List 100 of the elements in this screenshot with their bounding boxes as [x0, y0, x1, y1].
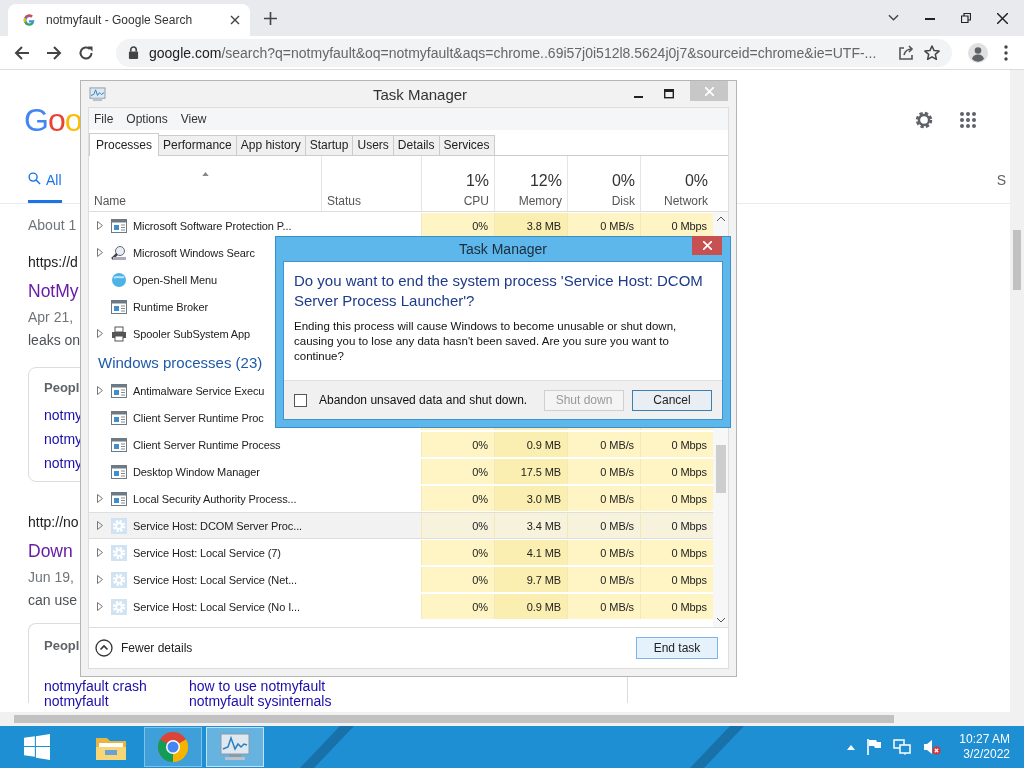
dialog-button[interactable]: Cancel: [632, 389, 712, 411]
column-header[interactable]: Disk: [611, 194, 635, 208]
column-header[interactable]: Memory: [518, 194, 562, 208]
result-stats: About 1: [28, 216, 77, 234]
search-tab[interactable]: All: [28, 170, 62, 203]
process-name: Service Host: Local Service (7): [133, 546, 281, 559]
table-cell: 4.1 MB: [494, 540, 567, 565]
table-cell: 17.5 MB: [494, 459, 567, 484]
column-total: 0%: [611, 172, 635, 190]
table-cell: 0 Mbps: [640, 486, 713, 511]
process-name: Microsoft Windows Searc: [133, 246, 255, 259]
browser-tab[interactable]: notmyfault - Google Search: [8, 4, 250, 36]
process-row[interactable]: Local Security Authority Process... 0% 3.0 MB 0 MB/s 0 Mbps: [89, 485, 713, 512]
dialog-title: Task Manager: [459, 241, 547, 257]
related-link[interactable]: notmyfault: [44, 694, 189, 709]
column-total: 1%: [465, 172, 489, 190]
window-title: Task Manager: [372, 85, 468, 103]
tab[interactable]: Users: [352, 135, 394, 155]
process-name: Client Server Runtime Process: [133, 438, 281, 451]
table-cell: 0%: [421, 594, 494, 619]
table-cell: 0 Mbps: [640, 513, 713, 538]
table-cell: 0.9 MB: [494, 432, 567, 457]
process-row[interactable]: Service Host: Local Service (7) 0% 4.1 MB 0 MB/s 0 Mbps: [89, 539, 713, 566]
table-cell: 0%: [421, 459, 494, 484]
table-cell: 0%: [421, 486, 494, 511]
tab[interactable]: App history: [235, 135, 306, 155]
menu-item[interactable]: Options: [126, 112, 168, 126]
column-header[interactable]: Network: [664, 194, 708, 208]
address-bar[interactable]: google.com/search?q=notmyfault&oq=notmyfault&aqs=chrome..69i57j0i512l8.5624j0j7&sourceid=chrome&ie=UTF-...: [116, 38, 952, 67]
process-row[interactable]: Client Server Runtime Process 0% 0.9 MB 0 MB/s 0 Mbps: [89, 431, 713, 458]
result-date: Apr 21,: [28, 308, 74, 327]
table-cell: 9.7 MB: [494, 567, 567, 592]
clock-date: 3/2/2022: [963, 747, 1010, 762]
end-task-button[interactable]: End task: [636, 637, 718, 659]
clock[interactable]: 10:27 AM 3/2/2022: [959, 732, 1010, 762]
table-cell: 0 MB/s: [567, 432, 640, 457]
column-header[interactable]: CPU: [463, 194, 489, 208]
process-row[interactable]: Service Host: Local Service (Net... 0% 9.7 MB 0 MB/s 0 Mbps: [89, 566, 713, 593]
column-header[interactable]: Status: [327, 194, 362, 208]
tab[interactable]: Startup: [304, 135, 354, 155]
table-cell: 0 Mbps: [640, 432, 713, 457]
table-cell: 3.0 MB: [494, 486, 567, 511]
clock-time: 10:27 AM: [959, 732, 1010, 747]
process-name: Client Server Runtime Proc: [133, 411, 264, 424]
process-name: Service Host: Local Service (Net...: [133, 573, 297, 586]
table-cell: 0 MB/s: [567, 567, 640, 592]
process-row[interactable]: Service Host: DCOM Server Proc... 0% 3.4 MB 0 MB/s 0 Mbps: [89, 512, 713, 539]
card-heading: Peopl: [44, 637, 80, 655]
table-cell: 0%: [421, 432, 494, 457]
table-cell: 0 Mbps: [640, 594, 713, 619]
result-link[interactable]: Down: [28, 538, 73, 564]
card-heading: Peopl: [44, 379, 80, 397]
process-name: Open-Shell Menu: [133, 273, 218, 286]
fewer-details-link[interactable]: Fewer details: [95, 639, 636, 657]
process-name: Local Security Authority Process...: [133, 492, 297, 505]
result-date: Jun 19,: [28, 568, 74, 587]
search-tab[interactable]: S: [996, 170, 1006, 203]
tab[interactable]: Details: [392, 135, 440, 155]
table-cell: 0%: [421, 513, 494, 538]
related-link[interactable]: notmyfault crash: [44, 679, 189, 694]
tab[interactable]: Performance: [158, 135, 237, 155]
tab[interactable]: Services: [438, 135, 495, 155]
related-link[interactable]: notmy: [44, 427, 83, 451]
table-cell: 0%: [421, 540, 494, 565]
table-cell: 0%: [421, 567, 494, 592]
dialog-question: Do you want to end the system process 'Service Host: DCOM Server Process Launcher'?: [294, 271, 704, 311]
table-cell: 3.8 MB: [494, 213, 567, 238]
process-row[interactable]: Service Host: Local Service (No I... 0% 0.9 MB 0 MB/s 0 Mbps: [89, 593, 713, 620]
tab[interactable]: Processes: [89, 133, 160, 156]
table-cell: 0 Mbps: [640, 459, 713, 484]
table-cell: 0%: [421, 213, 494, 238]
table-cell: 0 Mbps: [640, 567, 713, 592]
process-name: Desktop Window Manager: [133, 465, 260, 478]
related-link[interactable]: how to use notmyfault: [189, 679, 326, 694]
table-cell: 0 MB/s: [567, 213, 640, 238]
table-cell: 0 MB/s: [567, 513, 640, 538]
table-cell: 3.4 MB: [494, 513, 567, 538]
group-header: Windows processes (23): [97, 353, 263, 371]
table-cell: 0 MB/s: [567, 459, 640, 484]
table-cell: 0 MB/s: [567, 486, 640, 511]
column-total: 0%: [684, 172, 708, 190]
process-name: Microsoft Software Protection P...: [133, 219, 292, 232]
table-cell: 0 MB/s: [567, 594, 640, 619]
process-name: Antimalware Service Execu: [133, 384, 265, 397]
related-link[interactable]: notmy: [44, 451, 83, 475]
result-snippet: can use: [28, 591, 78, 610]
table-cell: 0 MB/s: [567, 540, 640, 565]
related-link[interactable]: notmy: [44, 403, 83, 427]
column-total: 12%: [529, 172, 562, 190]
process-name: Runtime Broker: [133, 300, 208, 313]
column-header[interactable]: Name: [94, 194, 126, 208]
table-cell: 0 Mbps: [640, 213, 713, 238]
menu-item[interactable]: View: [180, 112, 207, 126]
result-link[interactable]: NotMy: [28, 278, 79, 304]
menu-item[interactable]: File: [94, 112, 114, 126]
result-url: https://d: [28, 254, 78, 270]
result-snippet: leaks on: [28, 331, 81, 350]
related-link[interactable]: notmyfault sysinternals: [189, 694, 332, 709]
process-row[interactable]: Desktop Window Manager 0% 17.5 MB 0 MB/s 0 Mbps: [89, 458, 713, 485]
table-cell: 0.9 MB: [494, 594, 567, 619]
